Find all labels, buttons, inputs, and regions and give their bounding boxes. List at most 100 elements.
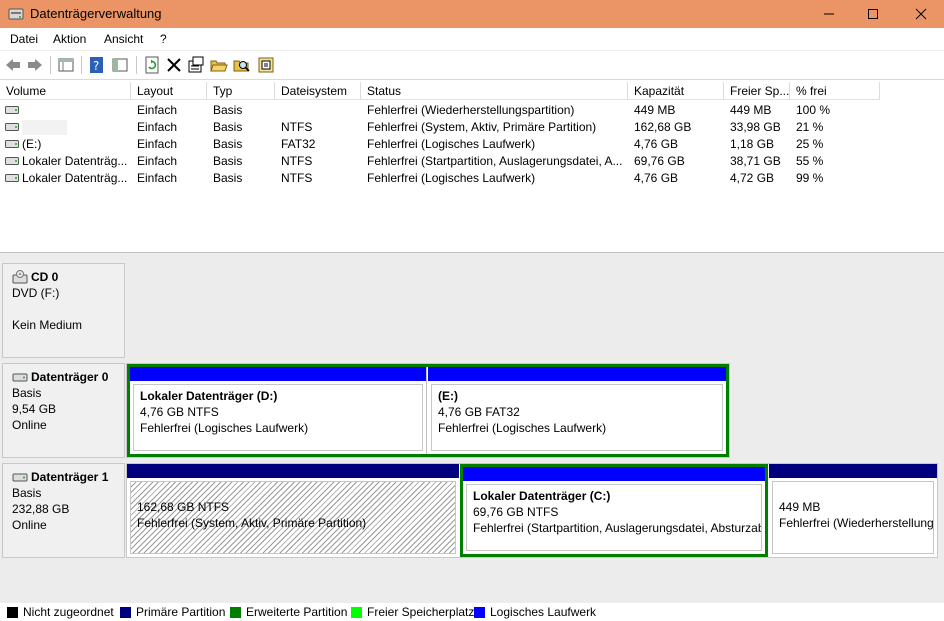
disk-label-disk1[interactable]: Datenträger 1 Basis 232,88 GB Online	[2, 463, 125, 558]
partition-c[interactable]: Lokaler Datenträger (C:) 69,76 GB NTFS F…	[460, 464, 768, 557]
table-row[interactable]: Einfach Basis NTFS Fehlerfrei (System, A…	[0, 119, 944, 136]
drive-icon	[5, 123, 19, 131]
partition-e[interactable]: (E:) 4,76 GB FAT32 Fehlerfrei (Logisches…	[428, 367, 726, 454]
properties-icon[interactable]	[187, 56, 205, 74]
disk-info-line: Online	[12, 418, 47, 432]
disk-lane-disk0: Lokaler Datenträger (D:) 4,76 GB NTFS Fe…	[126, 363, 730, 458]
column-header-layout[interactable]: Layout	[131, 82, 207, 100]
cell-status: Fehlerfrei (Logisches Laufwerk)	[367, 171, 536, 185]
column-header-prozent-frei[interactable]: % frei	[790, 82, 880, 100]
hard-disk-icon	[12, 373, 28, 382]
legend-label: Freier Speicherplatz	[367, 605, 475, 619]
list-view-icon[interactable]	[57, 56, 75, 74]
cell-prozent-frei: 21 %	[796, 120, 824, 134]
open-folder-icon[interactable]	[210, 56, 228, 74]
cell-kapazitaet: 4,76 GB	[634, 137, 679, 151]
cell-status: Fehlerfrei (Startpartition, Auslagerungs…	[367, 154, 623, 168]
minimize-button[interactable]	[806, 0, 852, 28]
cell-volume: (E:)	[22, 137, 42, 151]
partition-status: Fehlerfrei (Wiederherstellungs	[779, 516, 934, 530]
menu-ansicht[interactable]: Ansicht	[104, 32, 143, 46]
cell-volume: Lokaler Datenträg...	[22, 171, 128, 185]
menu-bar: Datei Aktion Ansicht ?	[0, 28, 944, 51]
cell-layout: Einfach	[137, 154, 178, 168]
legend-item-unallocated: Nicht zugeordnet	[7, 605, 114, 619]
partition-recovery[interactable]: 449 MB Fehlerfrei (Wiederherstellungs	[769, 464, 937, 557]
help-icon[interactable]: ?	[88, 56, 106, 74]
disk-lane-disk1: 162,68 GB NTFS Fehlerfrei (System, Aktiv…	[126, 463, 938, 558]
refresh-icon[interactable]	[143, 56, 161, 74]
close-button[interactable]	[898, 0, 944, 28]
partition-size: 4,76 GB NTFS	[140, 405, 219, 419]
disk-label-disk0[interactable]: Datenträger 0 Basis 9,54 GB Online	[2, 363, 125, 458]
back-arrow-icon[interactable]	[4, 56, 22, 74]
extended-partition[interactable]: Lokaler Datenträger (D:) 4,76 GB NTFS Fe…	[127, 364, 729, 457]
forward-arrow-icon[interactable]	[26, 56, 44, 74]
legend-label: Erweiterte Partition	[246, 605, 348, 619]
cell-prozent-frei: 99 %	[796, 171, 824, 185]
cell-kapazitaet: 4,76 GB	[634, 171, 679, 185]
explore-icon[interactable]	[233, 56, 251, 74]
column-header-kapazitaet[interactable]: Kapazität	[628, 82, 724, 100]
table-row[interactable]: Lokaler Datenträg... Einfach Basis NTFS …	[0, 170, 944, 187]
cell-volume: Lokaler Datenträg...	[22, 154, 128, 168]
partition-system[interactable]: 162,68 GB NTFS Fehlerfrei (System, Aktiv…	[127, 464, 459, 557]
partition-size: 449 MB	[779, 500, 821, 514]
settings-icon[interactable]	[257, 56, 275, 74]
disk-name: CD 0	[31, 270, 59, 284]
delete-icon[interactable]	[165, 56, 183, 74]
menu-datei[interactable]: Datei	[10, 32, 38, 46]
cell-layout: Einfach	[137, 120, 178, 134]
cell-typ: Basis	[213, 154, 243, 168]
legend-item-logical: Logisches Laufwerk	[474, 605, 596, 619]
cell-kapazitaet: 69,76 GB	[634, 154, 685, 168]
partition-body: 162,68 GB NTFS Fehlerfrei (System, Aktiv…	[130, 481, 456, 554]
disk-info-line: Online	[12, 518, 47, 532]
cd-drive-icon	[12, 270, 28, 284]
column-header-volume[interactable]: Volume	[0, 82, 131, 100]
cell-layout: Einfach	[137, 171, 178, 185]
disk-name: Datenträger 1	[31, 470, 109, 484]
cell-dateisystem: NTFS	[281, 154, 313, 168]
maximize-icon	[868, 9, 878, 19]
title-bar: Datenträgerverwaltung	[0, 0, 944, 28]
cell-typ: Basis	[213, 171, 243, 185]
cell-status: Fehlerfrei (Logisches Laufwerk)	[367, 137, 536, 151]
disk-info-line: 9,54 GB	[12, 402, 57, 416]
disk-info-line: DVD (F:)	[12, 286, 60, 300]
cell-layout: Einfach	[137, 137, 178, 151]
table-row[interactable]: Einfach Basis Fehlerfrei (Wiederherstell…	[0, 102, 944, 119]
menu-aktion[interactable]: Aktion	[53, 32, 86, 46]
maximize-button[interactable]	[850, 0, 896, 28]
drive-icon	[5, 174, 19, 182]
table-row[interactable]: (E:) Einfach Basis FAT32 Fehlerfrei (Log…	[0, 136, 944, 153]
drive-icon	[5, 106, 19, 114]
cell-status: Fehlerfrei (Wiederherstellungspartition)	[367, 103, 575, 117]
disk-info-line	[12, 302, 124, 316]
column-header-status[interactable]: Status	[361, 82, 628, 100]
column-header-typ[interactable]: Typ	[207, 82, 275, 100]
partition-body: (E:) 4,76 GB FAT32 Fehlerfrei (Logisches…	[431, 384, 723, 451]
legend-item-primary: Primäre Partition	[120, 605, 225, 619]
window-title: Datenträgerverwaltung	[30, 6, 162, 21]
partition-size: 69,76 GB NTFS	[473, 505, 559, 519]
partition-size: 4,76 GB FAT32	[438, 405, 520, 419]
column-header-freier-speicher[interactable]: Freier Sp...	[724, 82, 790, 100]
disk-label-cd0[interactable]: CD 0 DVD (F:) Kein Medium	[2, 263, 125, 358]
cell-freier-speicher: 1,18 GB	[730, 137, 775, 151]
partition-body: Lokaler Datenträger (C:) 69,76 GB NTFS F…	[466, 484, 762, 551]
column-header-dateisystem[interactable]: Dateisystem	[275, 82, 361, 100]
legend-label: Nicht zugeordnet	[23, 605, 114, 619]
cell-prozent-frei: 25 %	[796, 137, 824, 151]
splitter[interactable]	[0, 253, 944, 261]
legend-swatch	[230, 606, 241, 618]
disk-info-line: 232,88 GB	[12, 502, 70, 516]
cell-volume	[22, 102, 130, 119]
partition-d[interactable]: Lokaler Datenträger (D:) 4,76 GB NTFS Fe…	[130, 367, 427, 454]
properties-view-icon[interactable]	[111, 56, 129, 74]
menu-help[interactable]: ?	[160, 32, 167, 46]
disk-info-line: Basis	[12, 486, 42, 500]
volume-list: Volume Layout Typ Dateisystem Status Kap…	[0, 82, 944, 253]
partition-header-bar	[769, 464, 937, 478]
table-row[interactable]: Lokaler Datenträg... Einfach Basis NTFS …	[0, 153, 944, 170]
